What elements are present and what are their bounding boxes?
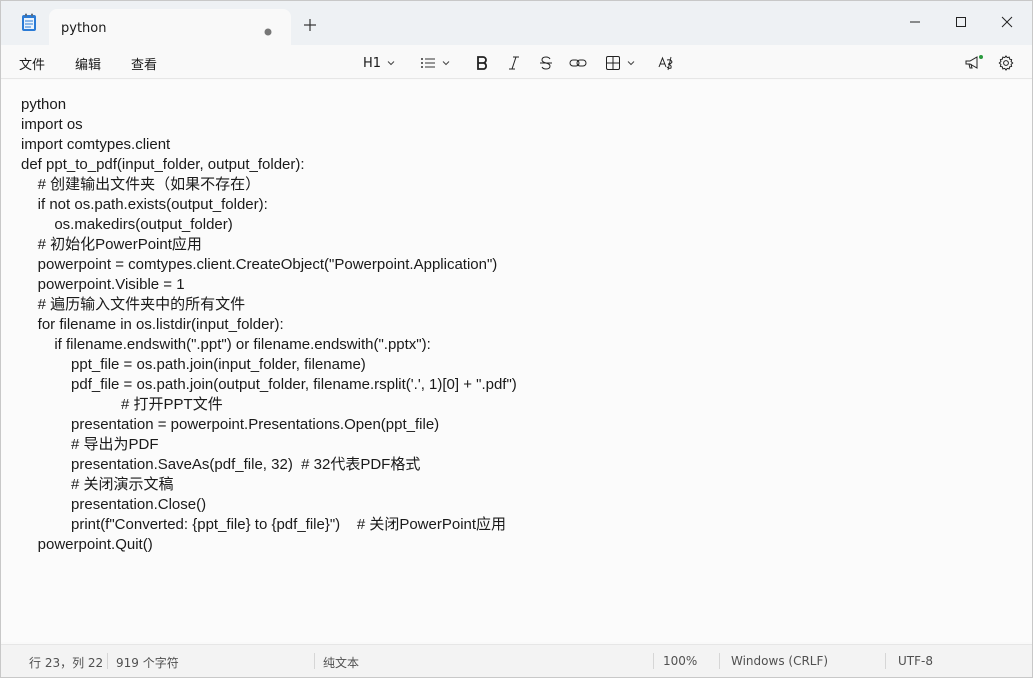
editor-line[interactable]: pdf_file = os.path.join(output_folder, f…: [21, 375, 517, 395]
list-dropdown[interactable]: [420, 53, 450, 73]
encoding[interactable]: UTF-8: [898, 654, 933, 668]
link-icon: [569, 59, 587, 67]
status-divider: [719, 653, 720, 669]
cursor-position: 行 23，列 22: [29, 656, 104, 670]
table-icon: [606, 56, 620, 70]
tab-python[interactable]: python: [49, 9, 291, 45]
editor-line[interactable]: presentation = powerpoint.Presentations.…: [21, 415, 517, 435]
menu-edit[interactable]: 编辑: [75, 54, 101, 73]
strikethrough-button[interactable]: [539, 53, 553, 73]
editor-line[interactable]: presentation.Close(): [21, 495, 517, 515]
bold-button[interactable]: [475, 53, 489, 73]
chevron-down-icon: [627, 61, 635, 66]
bold-icon: [477, 56, 487, 70]
spellcheck-button[interactable]: [658, 53, 674, 73]
editor-line[interactable]: print(f"Converted: {ppt_file} to {pdf_fi…: [21, 515, 517, 535]
minimize-button[interactable]: [892, 7, 938, 37]
character-count: 919 个字符: [116, 656, 179, 670]
editor-line[interactable]: # 遍历输入文件夹中的所有文件: [21, 295, 517, 315]
whats-new-button[interactable]: [964, 53, 984, 73]
menu-bar: 文件 编辑 查看 H1: [1, 45, 1032, 79]
heading-label: H1: [363, 55, 382, 71]
status-bar: 行 23，列 22 919 个字符 纯文本 100% Windows (CRLF…: [1, 644, 1032, 677]
editor-line[interactable]: # 关闭演示文稿: [21, 475, 517, 495]
plus-icon[interactable]: [303, 17, 317, 31]
menu-file[interactable]: 文件: [19, 54, 45, 73]
status-divider: [107, 653, 108, 669]
strikethrough-icon: [540, 56, 552, 70]
text-format[interactable]: 纯文本: [323, 654, 359, 671]
editor-line[interactable]: python: [21, 95, 517, 115]
editor-line[interactable]: if filename.endswith(".ppt") or filename…: [21, 335, 517, 355]
editor-line[interactable]: # 打开PPT文件: [21, 395, 517, 415]
editor-line[interactable]: def ppt_to_pdf(input_folder, output_fold…: [21, 155, 517, 175]
editor-line[interactable]: powerpoint = comtypes.client.CreateObjec…: [21, 255, 517, 275]
editor-line[interactable]: presentation.SaveAs(pdf_file, 32) # 32代表…: [21, 455, 517, 475]
notepad-window: python 文件 编辑 查看 H1 python import os impo…: [0, 0, 1033, 678]
maximize-button[interactable]: [938, 7, 984, 37]
title-bar: python: [1, 1, 1032, 45]
zoom-level[interactable]: 100%: [663, 654, 697, 668]
settings-button[interactable]: [998, 53, 1014, 73]
editor-line[interactable]: powerpoint.Visible = 1: [21, 275, 517, 295]
editor-line[interactable]: # 创建输出文件夹（如果不存在）: [21, 175, 517, 195]
italic-button[interactable]: [507, 53, 521, 73]
text-editor[interactable]: python import os import comtypes.client def…: [1, 80, 1032, 642]
line-ending[interactable]: Windows (CRLF): [731, 654, 828, 668]
editor-line[interactable]: import comtypes.client: [21, 135, 517, 155]
notepad-icon: [19, 13, 39, 33]
editor-line[interactable]: for filename in os.listdir(input_folder)…: [21, 315, 517, 335]
editor-line[interactable]: # 初始化PowerPoint应用: [21, 235, 517, 255]
chevron-down-icon: [387, 61, 395, 66]
status-divider: [653, 653, 654, 669]
chevron-down-icon: [442, 61, 450, 66]
close-icon[interactable]: [263, 22, 273, 36]
editor-line[interactable]: powerpoint.Quit(): [21, 535, 517, 555]
link-button[interactable]: [569, 53, 587, 73]
menu-view[interactable]: 查看: [131, 54, 157, 73]
close-window-button[interactable]: [984, 7, 1030, 37]
editor-line[interactable]: if not os.path.exists(output_folder):: [21, 195, 517, 215]
gear-icon: [998, 55, 1014, 71]
heading-dropdown[interactable]: H1: [363, 53, 395, 73]
editor-line[interactable]: # 导出为PDF: [21, 435, 517, 455]
italic-icon: [509, 56, 519, 70]
editor-content[interactable]: python import os import comtypes.client def…: [21, 95, 517, 555]
status-divider: [314, 653, 315, 669]
list-icon: [421, 58, 435, 68]
editor-line[interactable]: os.makedirs(output_folder): [21, 215, 517, 235]
megaphone-icon: [965, 55, 983, 69]
status-divider: [885, 653, 886, 669]
tab-title: python: [61, 21, 107, 36]
editor-line[interactable]: import os: [21, 115, 517, 135]
spellcheck-icon: [658, 56, 673, 71]
table-dropdown[interactable]: [605, 53, 635, 73]
editor-line[interactable]: ppt_file = os.path.join(input_folder, fi…: [21, 355, 517, 375]
